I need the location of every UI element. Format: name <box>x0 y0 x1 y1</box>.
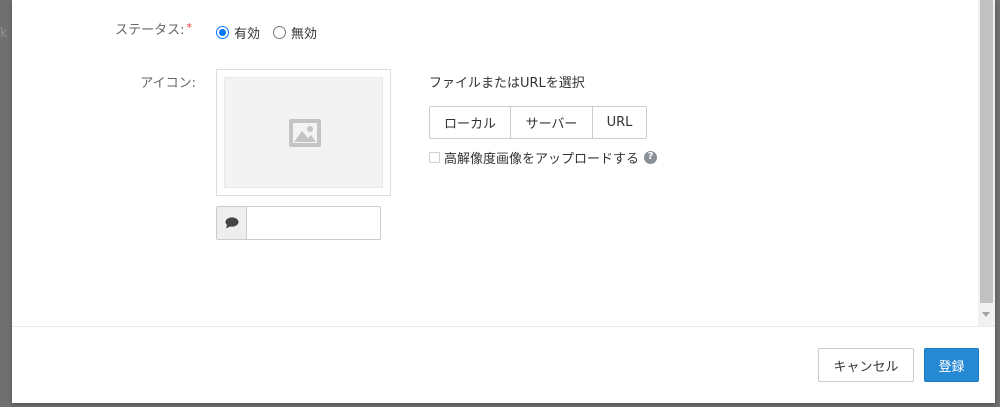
icon-preview-area <box>224 77 383 188</box>
dialog: ステータス: * 有効 無効 アイコン: ファイルまたはURLを選択 ローカル … <box>12 0 995 403</box>
scrollbar-thumb[interactable] <box>980 0 993 303</box>
dialog-body: ステータス: * 有効 無効 アイコン: ファイルまたはURLを選択 ローカル … <box>12 0 977 326</box>
server-source-button[interactable]: サーバー <box>511 106 593 139</box>
caption-input-group <box>216 206 381 240</box>
vertical-scrollbar[interactable] <box>978 0 995 326</box>
question-circle-icon[interactable]: ? <box>644 150 658 164</box>
submit-button[interactable]: 登録 <box>924 348 979 382</box>
hires-upload-label[interactable]: 高解像度画像をアップロードする <box>444 148 639 167</box>
hires-upload-row: 高解像度画像をアップロードする ? <box>429 148 658 167</box>
file-source-buttons: ローカル サーバー URL <box>429 106 647 139</box>
cancel-button[interactable]: キャンセル <box>818 348 914 382</box>
caption-input[interactable] <box>247 207 380 239</box>
status-radio-disabled[interactable] <box>273 25 287 39</box>
status-radio-group: 有効 無効 <box>216 22 330 42</box>
scroll-down-arrow-icon[interactable] <box>982 312 990 317</box>
url-source-button[interactable]: URL <box>593 106 647 139</box>
status-label-text: ステータス: <box>115 23 185 38</box>
comment-icon <box>225 217 238 229</box>
status-option-disabled-label[interactable]: 無効 <box>291 23 317 42</box>
status-radio-enabled[interactable] <box>216 25 229 39</box>
icon-preview[interactable] <box>216 69 391 196</box>
file-source-title: ファイルまたはURLを選択 <box>429 76 585 91</box>
local-source-button[interactable]: ローカル <box>429 106 511 139</box>
background-text-fragment: k <box>0 26 8 41</box>
hires-upload-checkbox[interactable] <box>429 151 440 163</box>
status-option-enabled-label[interactable]: 有効 <box>234 23 260 42</box>
required-mark: * <box>186 21 193 34</box>
status-field-label: ステータス: * <box>42 21 193 40</box>
image-placeholder-icon <box>289 119 321 147</box>
caption-addon <box>217 207 247 239</box>
dialog-footer: キャンセル 登録 <box>12 326 995 403</box>
icon-field-label: アイコン: <box>140 76 196 91</box>
